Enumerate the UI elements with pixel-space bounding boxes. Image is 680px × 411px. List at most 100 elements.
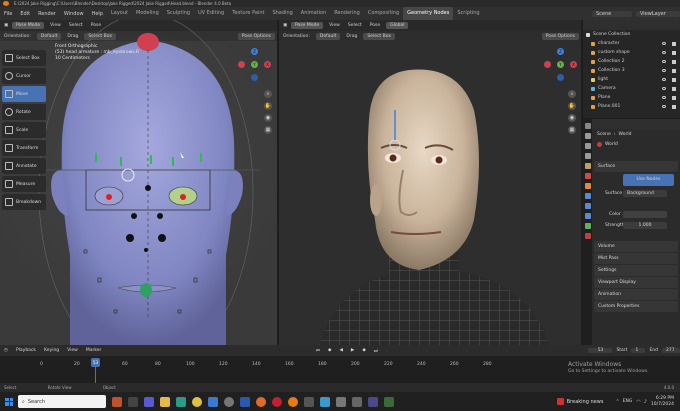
tool-rotate[interactable]: Rotate	[2, 104, 46, 120]
left-viewport[interactable]: ▣ Pose Mode View Select Pose Orientation…	[0, 20, 277, 345]
menu-keying[interactable]: Keying	[40, 348, 63, 353]
navigation-gizmo-left[interactable]: Z Y X	[238, 48, 272, 82]
outliner-row[interactable]: character	[583, 39, 680, 48]
material-tab-icon[interactable]	[584, 233, 591, 239]
tool-breakdown[interactable]: Breakdown	[2, 194, 46, 210]
view-layer-selector[interactable]: ViewLayer	[636, 10, 680, 17]
clock-icon[interactable]: ◷	[0, 348, 12, 353]
language-indicator[interactable]: ENG	[623, 399, 633, 404]
menu-playback[interactable]: Playback	[12, 348, 40, 353]
chrome-browser-icon[interactable]	[192, 396, 202, 407]
world-tab-icon[interactable]	[584, 173, 591, 179]
app-icon[interactable]	[368, 396, 378, 407]
perspective-grid-icon[interactable]: ▦	[264, 126, 272, 134]
gizmo-x-axis[interactable]: X	[570, 61, 577, 68]
gizmo-x-neg-axis[interactable]	[544, 61, 551, 68]
windows-start-icon[interactable]	[5, 397, 13, 406]
end-frame-field[interactable]: 277	[662, 348, 680, 353]
scene-selector[interactable]: Scene	[592, 10, 632, 17]
tool-select-box[interactable]: Select Box	[2, 50, 46, 66]
camera-render-icon[interactable]	[672, 86, 676, 91]
scene-tab-icon[interactable]	[584, 163, 591, 169]
menu-marker[interactable]: Marker	[82, 348, 106, 353]
tool-scale[interactable]: Scale	[2, 122, 46, 138]
tool-measure[interactable]: Measure	[2, 176, 46, 192]
gizmo-z-axis[interactable]: Z	[251, 48, 258, 55]
outliner-row[interactable]: Collection 3	[583, 66, 680, 75]
menu-window[interactable]: Window	[60, 11, 88, 17]
task-view-icon[interactable]	[128, 396, 138, 407]
eye-icon[interactable]	[662, 105, 666, 108]
camera-view-icon[interactable]: ◉	[264, 114, 272, 122]
camera-render-icon[interactable]	[672, 95, 676, 100]
tab-uv-editing[interactable]: UV Editing	[194, 7, 228, 20]
clock[interactable]: 6:29 PM 10/7/2024	[651, 396, 674, 408]
strength-field[interactable]: 1.000	[623, 222, 667, 229]
camera-render-icon[interactable]	[672, 59, 676, 64]
menu-render[interactable]: Render	[34, 11, 60, 17]
taskbar-search-box[interactable]: ⌕ Search	[18, 395, 106, 408]
pan-hand-icon[interactable]: ✋	[568, 102, 576, 110]
system-tray-chevron-icon[interactable]: ⌃	[615, 399, 619, 405]
gizmo-y-axis[interactable]: Y	[557, 61, 564, 68]
tab-shading[interactable]: Shading	[268, 7, 296, 20]
camera-render-icon[interactable]	[672, 50, 676, 55]
gizmo-z-axis[interactable]: Z	[557, 48, 564, 55]
tab-animation[interactable]: Animation	[297, 7, 331, 20]
tool-annotate[interactable]: Annotate	[2, 158, 46, 174]
gizmo-z-neg-axis[interactable]	[557, 74, 564, 81]
eye-icon[interactable]	[662, 87, 666, 90]
tab-scripting[interactable]: Scripting	[453, 7, 483, 20]
edge-browser-icon[interactable]	[176, 396, 186, 407]
settings-panel-header[interactable]: Settings	[594, 265, 678, 276]
menu-view[interactable]: View	[63, 348, 82, 353]
eye-icon[interactable]	[662, 78, 666, 81]
news-icon[interactable]	[556, 398, 564, 405]
outliner-row[interactable]: Plane	[583, 93, 680, 102]
use-nodes-button[interactable]: Use Nodes	[623, 174, 674, 186]
world-datablock[interactable]: World	[583, 139, 680, 149]
render-tab-icon[interactable]	[584, 133, 591, 139]
menu-help[interactable]: Help	[88, 11, 107, 17]
store-icon[interactable]	[208, 396, 218, 407]
photos-icon[interactable]	[320, 396, 330, 407]
pan-hand-icon[interactable]: ✋	[264, 102, 272, 110]
constraint-tab-icon[interactable]	[584, 213, 591, 219]
camera-render-icon[interactable]	[672, 104, 676, 109]
gizmo-x-axis[interactable]: X	[264, 61, 271, 68]
outliner-scene-collection[interactable]: Scene Collection	[583, 30, 680, 39]
zoom-icon[interactable]: ⌕	[264, 90, 272, 98]
outliner-row[interactable]: light	[583, 75, 680, 84]
play-reverse-icon[interactable]: ◀	[335, 348, 346, 353]
app-icon[interactable]	[352, 396, 362, 407]
animation-panel-header[interactable]: Animation	[594, 289, 678, 300]
mountain-widget-icon[interactable]	[112, 396, 122, 407]
menu-edit[interactable]: Edit	[16, 11, 34, 17]
rendered-character-head[interactable]	[279, 20, 581, 345]
eye-icon[interactable]	[662, 60, 666, 63]
volume-icon[interactable]: ♪	[644, 399, 647, 405]
jump-start-icon[interactable]: ⏮	[312, 348, 324, 354]
opera-icon[interactable]	[272, 396, 282, 407]
outliner-row[interactable]: Collection 2	[583, 57, 680, 66]
tool-cursor[interactable]: Cursor	[2, 68, 46, 84]
tab-geometry-nodes[interactable]: Geometry Nodes	[403, 7, 454, 20]
viewport-display-panel-header[interactable]: Viewport Display	[594, 277, 678, 288]
tab-layout[interactable]: Layout	[107, 7, 132, 20]
camera-render-icon[interactable]	[672, 77, 676, 82]
jump-end-icon[interactable]: ⏭	[370, 348, 382, 354]
physics-tab-icon[interactable]	[584, 203, 591, 209]
volume-panel-header[interactable]: Volume	[594, 241, 678, 252]
play-icon[interactable]: ▶	[347, 348, 358, 353]
playhead[interactable]: 53	[91, 358, 100, 367]
eye-icon[interactable]	[662, 42, 666, 45]
camera-render-icon[interactable]	[672, 68, 676, 73]
outliner-row[interactable]: Plane.001	[583, 102, 680, 111]
app-icon[interactable]	[240, 396, 250, 407]
media-player-icon[interactable]	[304, 396, 314, 407]
prev-key-icon[interactable]: ◆	[324, 348, 335, 353]
eye-icon[interactable]	[662, 69, 666, 72]
outliner-row[interactable]: custom shape	[583, 48, 680, 57]
firefox-icon[interactable]	[256, 396, 266, 407]
right-viewport[interactable]: ▣ Pose Mode View Select Pose Global Orie…	[279, 20, 581, 345]
